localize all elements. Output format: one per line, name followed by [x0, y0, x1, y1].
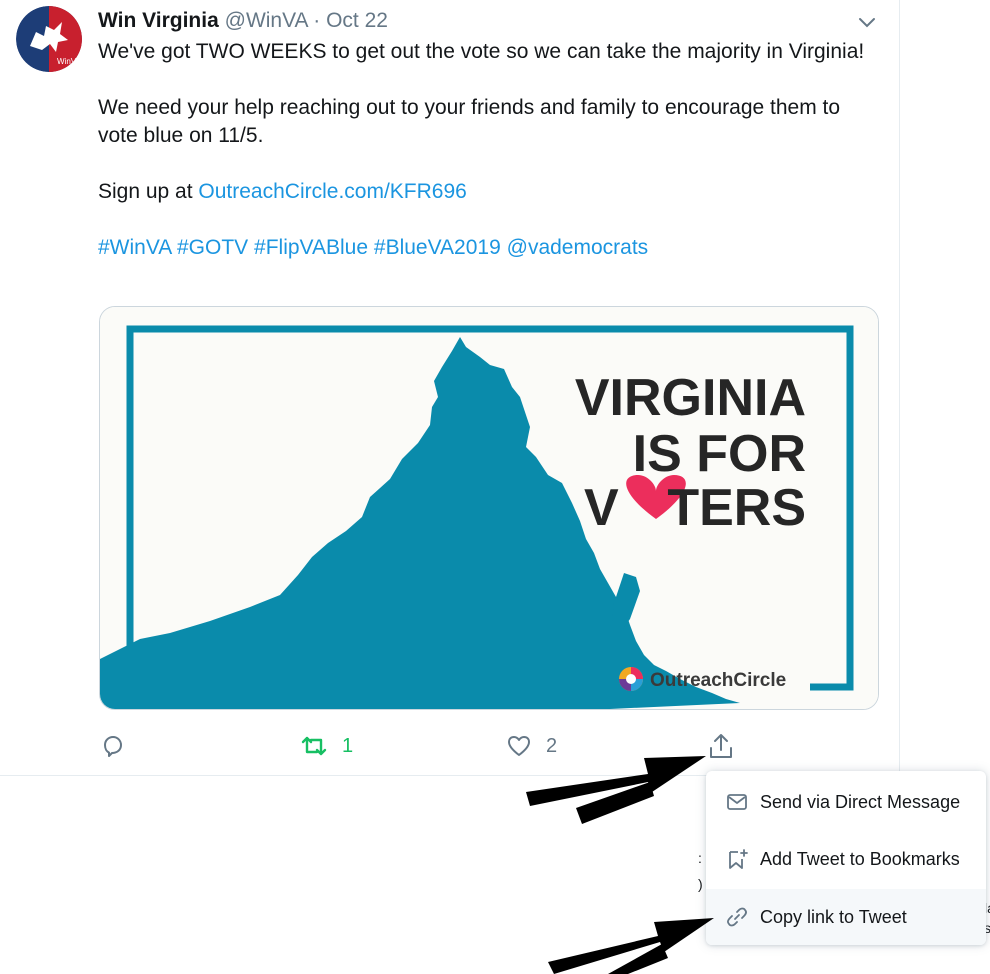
partial-text: ) — [698, 876, 703, 892]
svg-text:WinVA: WinVA — [57, 57, 82, 66]
menu-item-add-bookmark[interactable]: Add Tweet to Bookmarks — [706, 831, 986, 887]
headline-line-1: VIRGINIA — [575, 369, 806, 427]
signup-line: Sign up at OutreachCircle.com/KFR696 — [98, 178, 878, 206]
signup-prefix: Sign up at — [98, 180, 199, 203]
hashtag-link[interactable]: #WinVA — [98, 236, 171, 259]
reply-icon — [104, 736, 122, 757]
headline-line-3-end: TERS — [667, 479, 806, 537]
tweet[interactable]: WinVA Win Virginia @WinVA · Oct 22 We've… — [0, 0, 900, 776]
signup-link[interactable]: OutreachCircle.com/KFR696 — [198, 180, 466, 203]
hashtag-link[interactable]: #BlueVA2019 — [374, 236, 501, 259]
author-handle[interactable]: @WinVA — [225, 9, 308, 32]
header-separator: · — [313, 9, 321, 32]
menu-item-label: Send via Direct Message — [760, 791, 961, 812]
tweet-header: Win Virginia @WinVA · Oct 22 — [98, 6, 388, 36]
brand-name: OutreachCircle — [650, 670, 786, 691]
menu-item-label: Add Tweet to Bookmarks — [760, 848, 960, 869]
bookmark-add-icon — [729, 849, 748, 869]
retweet-button[interactable]: 1 — [300, 728, 353, 764]
tweet-actions: 1 2 — [0, 728, 900, 764]
share-menu: Send via Direct Message Add Tweet to Boo… — [706, 771, 986, 945]
retweet-icon — [301, 736, 327, 756]
menu-item-send-dm[interactable]: Send via Direct Message — [706, 774, 986, 830]
link-icon — [727, 907, 747, 927]
partial-text: : — [698, 850, 702, 866]
annotation-arrow-icon — [526, 756, 706, 824]
hashtag-line: #WinVA #GOTV #FlipVABlue #BlueVA2019 @va… — [98, 234, 878, 262]
headline-line-3-start: V — [584, 479, 619, 537]
envelope-icon — [727, 794, 747, 810]
tweet-paragraph-1: We've got TWO WEEKS to get out the vote … — [98, 40, 865, 63]
tweet-text: We've got TWO WEEKS to get out the vote … — [98, 38, 878, 262]
virginia-poster: VIRGINIA IS FOR V TERS OutreachCircle — [100, 307, 878, 709]
annotation-arrow-icon — [548, 918, 714, 974]
headline-line-2: IS FOR — [633, 425, 806, 483]
tweet-image[interactable]: VIRGINIA IS FOR V TERS OutreachCircle — [99, 306, 879, 710]
hashtag-link[interactable]: #FlipVABlue — [254, 236, 368, 259]
tweet-date[interactable]: Oct 22 — [326, 9, 388, 32]
retweet-count: 1 — [342, 734, 354, 757]
mention-link[interactable]: @vademocrats — [507, 236, 649, 259]
reply-button[interactable] — [100, 728, 126, 764]
author-avatar[interactable]: WinVA — [16, 6, 82, 72]
share-icon — [710, 734, 732, 758]
tweet-paragraph-2: We need your help reaching out to your f… — [98, 96, 841, 147]
menu-item-label: Copy link to Tweet — [760, 906, 907, 927]
chevron-down-icon[interactable] — [856, 12, 878, 32]
outreachcircle-logo — [619, 667, 643, 691]
hashtag-link[interactable]: #GOTV — [177, 236, 248, 259]
share-button[interactable] — [706, 728, 736, 764]
win-virginia-logo: WinVA — [16, 6, 82, 72]
menu-item-copy-link[interactable]: Copy link to Tweet — [706, 889, 986, 945]
author-name[interactable]: Win Virginia — [98, 9, 219, 32]
